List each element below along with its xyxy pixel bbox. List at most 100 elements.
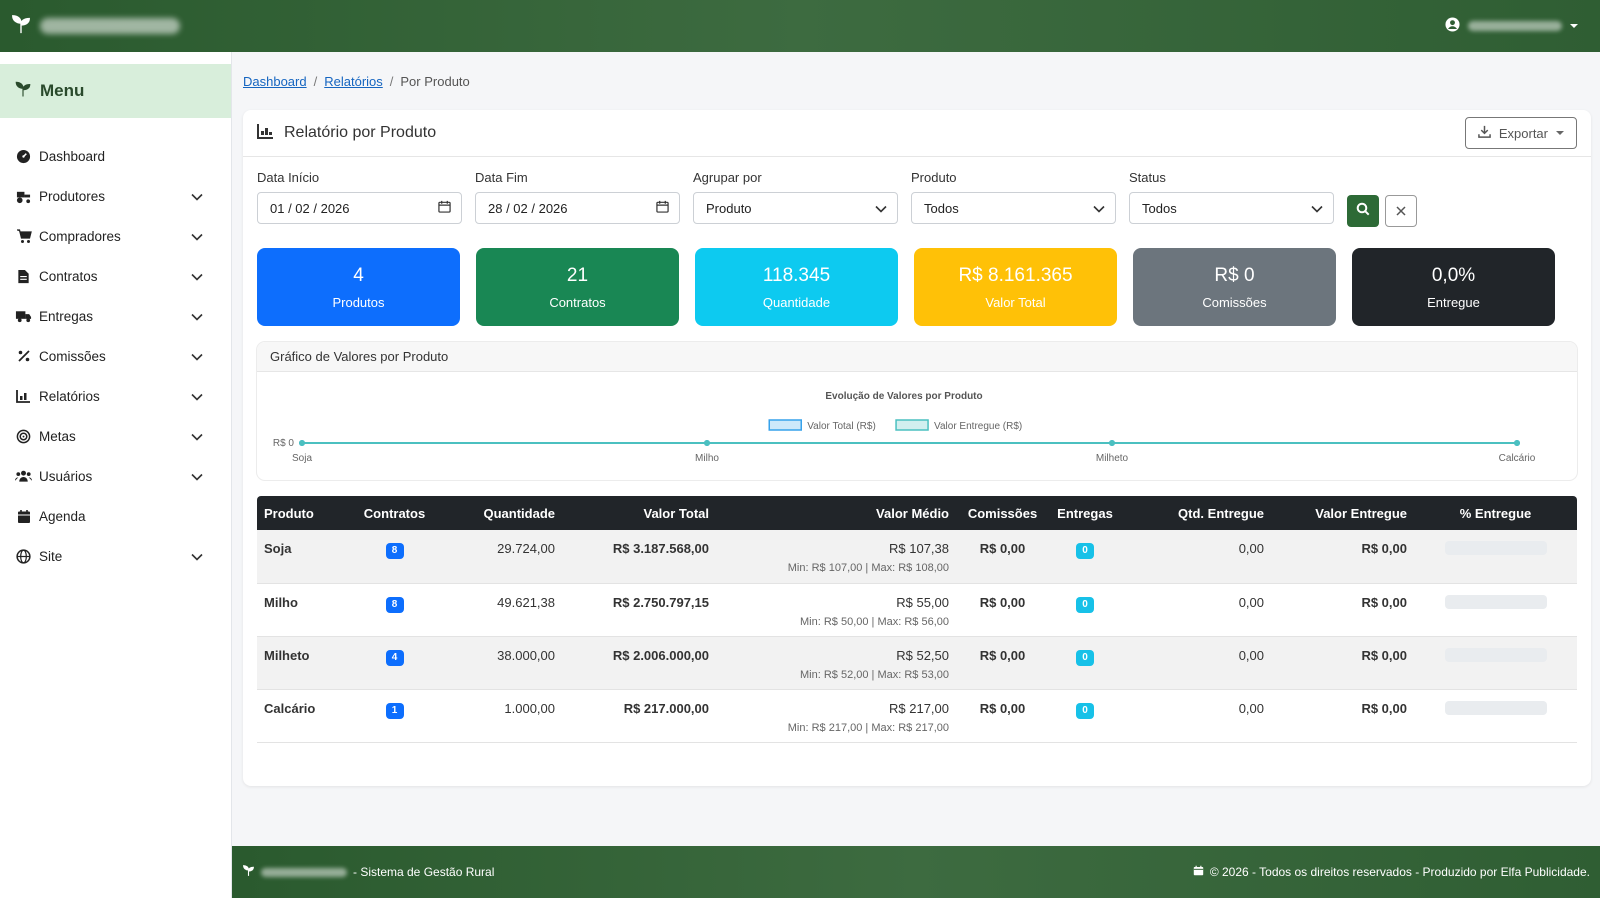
users-icon xyxy=(15,468,32,485)
cell-produto: Soja xyxy=(257,530,347,584)
cell-contratos: 4 xyxy=(347,636,442,690)
end-date-value: 28 / 02 / 2026 xyxy=(488,200,568,216)
end-date-input[interactable]: 28 / 02 / 2026 xyxy=(475,192,680,224)
search-button[interactable] xyxy=(1347,195,1379,227)
sidebar-item-entregas[interactable]: Entregas xyxy=(0,296,231,336)
chevron-down-icon[interactable] xyxy=(191,549,203,564)
col-valor-total[interactable]: Valor Total xyxy=(562,496,716,530)
cell-entregas: 0 xyxy=(1049,689,1121,743)
x-tick-label: Soja xyxy=(292,453,312,464)
cell-valor-medio: R$ 217,00 Min: R$ 217,00 | Max: R$ 217,00 xyxy=(716,689,956,743)
tractor-icon xyxy=(15,188,32,205)
breadcrumb: Dashboard / Relatórios / Por Produto xyxy=(243,74,470,89)
brand[interactable] xyxy=(10,13,180,40)
export-button[interactable]: Exportar xyxy=(1464,117,1577,149)
end-date-label: Data Fim xyxy=(475,170,528,185)
series-point-2 xyxy=(1514,440,1520,446)
stat-card-quantidade: 118.345 Quantidade xyxy=(695,248,898,326)
sidebar-item-compradores[interactable]: Compradores xyxy=(0,216,231,256)
status-select[interactable]: Todos xyxy=(1129,192,1334,224)
chevron-down-icon[interactable] xyxy=(191,469,203,484)
cell-produto: Calcário xyxy=(257,689,347,743)
cell-qtd-entregue: 0,00 xyxy=(1121,583,1271,637)
col-pct-entregue[interactable]: % Entregue xyxy=(1414,496,1577,530)
group-by-field: Agrupar por Produto xyxy=(693,170,898,224)
stat-value: 4 xyxy=(353,264,364,286)
page-title: Relatório por Produto xyxy=(284,124,437,141)
top-navbar xyxy=(0,0,1600,52)
calendar-icon[interactable] xyxy=(438,200,451,216)
chevron-down-icon[interactable] xyxy=(191,309,203,324)
stat-value: R$ 0 xyxy=(1214,264,1255,286)
cell-valor-entregue: R$ 0,00 xyxy=(1271,689,1414,743)
x-tick-label: Calcário xyxy=(1499,453,1536,464)
sidebar-item-label: Dashboard xyxy=(39,148,106,164)
chevron-down-icon[interactable] xyxy=(191,389,203,404)
chevron-down-icon[interactable] xyxy=(191,269,203,284)
start-date-input[interactable]: 01 / 02 / 2026 xyxy=(257,192,462,224)
deliveries-badge: 0 xyxy=(1076,702,1094,719)
chevron-down-icon[interactable] xyxy=(191,429,203,444)
clear-filters-button[interactable] xyxy=(1385,195,1417,227)
sprout-icon xyxy=(14,80,32,103)
col-comissoes[interactable]: Comissões xyxy=(956,496,1049,530)
footer-system-text: - Sistema de Gestão Rural xyxy=(353,865,495,879)
group-by-select[interactable]: Produto xyxy=(693,192,898,224)
cell-valor-medio: R$ 52,50 Min: R$ 52,00 | Max: R$ 53,00 xyxy=(716,636,956,690)
cell-produto: Milheto xyxy=(257,636,347,690)
col-entregas[interactable]: Entregas xyxy=(1049,496,1121,530)
cell-quantidade: 1.000,00 xyxy=(442,689,562,743)
sidebar-nav: Dashboard Produtores Compradores Contratos E… xyxy=(0,136,231,576)
stat-value: 21 xyxy=(566,264,589,286)
sidebar-item-label: Entregas xyxy=(39,308,94,324)
start-date-field: Data Início 01 / 02 / 2026 xyxy=(257,170,462,224)
col-contratos[interactable]: Contratos xyxy=(347,496,442,530)
chevron-down-icon[interactable] xyxy=(191,189,203,204)
deliveries-badge: 0 xyxy=(1076,596,1094,613)
cell-valor-medio: R$ 107,38 Min: R$ 107,00 | Max: R$ 108,00 xyxy=(716,530,956,584)
user-name-blurred xyxy=(1468,21,1562,31)
truck-icon xyxy=(15,308,32,325)
cell-pct-entregue xyxy=(1414,530,1577,584)
sidebar: Menu Dashboard Produtores Compradores Contr… xyxy=(0,52,232,898)
stat-card-comissoes: R$ 0 Comissões xyxy=(1133,248,1336,326)
col-quantidade[interactable]: Quantidade xyxy=(442,496,562,530)
cart-icon xyxy=(15,228,32,245)
sidebar-item-comissoes[interactable]: Comissões xyxy=(0,336,231,376)
stat-card-entregue: 0,0% Entregue xyxy=(1352,248,1555,326)
stat-label: Valor Total xyxy=(985,294,1046,310)
cell-pct-entregue xyxy=(1414,689,1577,743)
sidebar-item-site[interactable]: Site xyxy=(0,536,231,576)
breadcrumb-reports-link[interactable]: Relatórios xyxy=(324,74,383,89)
sidebar-item-agenda[interactable]: Agenda xyxy=(0,496,231,536)
sidebar-item-contratos[interactable]: Contratos xyxy=(0,256,231,296)
cell-comissoes: R$ 0,00 xyxy=(956,636,1049,690)
chart-card: Gráfico de Valores por Produto Evolução … xyxy=(257,342,1577,480)
search-icon xyxy=(1356,202,1370,221)
chevron-down-icon[interactable] xyxy=(191,349,203,364)
cell-contratos: 1 xyxy=(347,689,442,743)
col-qtd-entregue[interactable]: Qtd. Entregue xyxy=(1121,496,1271,530)
sidebar-item-produtores[interactable]: Produtores xyxy=(0,176,231,216)
stat-value: 118.345 xyxy=(762,264,831,286)
delivered-progress-bar xyxy=(1444,700,1547,715)
col-valor-medio[interactable]: Valor Médio xyxy=(716,496,956,530)
cell-valor-entregue: R$ 0,00 xyxy=(1271,530,1414,584)
product-select[interactable]: Todos xyxy=(911,192,1116,224)
stat-label: Contratos xyxy=(549,294,606,310)
calendar-icon[interactable] xyxy=(656,200,669,216)
chart-title: Evolução de Valores por Produto xyxy=(825,391,982,402)
sidebar-item-dashboard[interactable]: Dashboard xyxy=(0,136,231,176)
chevron-down-icon[interactable] xyxy=(191,229,203,244)
sidebar-item-label: Compradores xyxy=(39,228,121,244)
col-valor-entregue[interactable]: Valor Entregue xyxy=(1271,496,1414,530)
group-by-value: Produto xyxy=(706,200,752,216)
sidebar-item-relatorios[interactable]: Relatórios xyxy=(0,376,231,416)
series-point-2 xyxy=(299,440,305,446)
col-produto[interactable]: Produto xyxy=(257,496,347,530)
footer-copyright: © 2026 - Todos os direitos reservados - … xyxy=(1209,865,1590,879)
sidebar-item-metas[interactable]: Metas xyxy=(0,416,231,456)
sidebar-item-usuarios[interactable]: Usuários xyxy=(0,456,231,496)
breadcrumb-dashboard-link[interactable]: Dashboard xyxy=(243,74,307,89)
user-menu[interactable] xyxy=(1445,17,1578,35)
